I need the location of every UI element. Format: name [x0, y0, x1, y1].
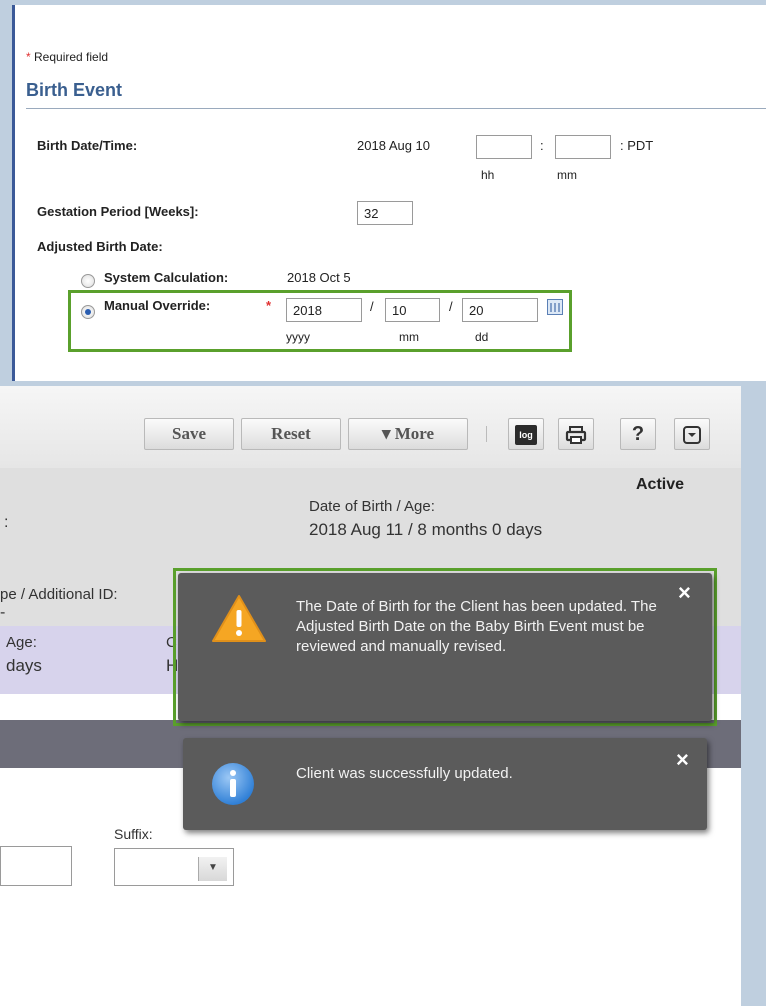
close-icon[interactable]: ×: [678, 582, 691, 604]
gestation-weeks-input[interactable]: [357, 201, 413, 225]
more-button[interactable]: ▾ More: [348, 418, 468, 450]
log-icon: log: [515, 424, 537, 445]
section-divider: [26, 108, 766, 109]
override-day-input[interactable]: [462, 298, 538, 322]
warning-toast: The Date of Birth for the Client has bee…: [178, 573, 712, 721]
page-edge: [741, 386, 766, 1006]
name-input[interactable]: [0, 846, 72, 886]
hh-caption: hh: [481, 168, 495, 182]
dob-value: 2018 Aug 11 / 8 months 0 days: [309, 520, 543, 539]
manual-override-required-star: *: [266, 298, 272, 313]
system-calculation-radio[interactable]: [81, 274, 95, 288]
required-star: *: [26, 50, 31, 64]
adjusted-birth-date-label: Adjusted Birth Date:: [37, 239, 163, 254]
override-year-input[interactable]: [286, 298, 362, 322]
chevron-down-box-icon: [683, 425, 701, 444]
mm-caption: mm: [557, 168, 577, 182]
birth-minute-input[interactable]: [555, 135, 611, 159]
gestation-label: Gestation Period [Weeks]:: [37, 204, 199, 219]
suffix-select[interactable]: ▼: [114, 848, 234, 886]
warning-triangle-icon: [212, 595, 266, 642]
date-slash-2: /: [449, 299, 453, 314]
required-field-note: * Required field: [26, 50, 108, 64]
help-button[interactable]: ?: [620, 418, 656, 450]
close-icon[interactable]: ×: [676, 749, 689, 771]
birth-datetime-label: Birth Date/Time:: [37, 138, 138, 153]
age-value: days: [6, 656, 42, 675]
toolbar: Save Reset ▾ More log ?: [0, 386, 741, 468]
calendar-icon[interactable]: [547, 299, 563, 315]
system-calculation-value: 2018 Oct 5: [287, 270, 351, 285]
date-slash-1: /: [370, 299, 374, 314]
log-button[interactable]: log: [508, 418, 544, 450]
override-month-input[interactable]: [385, 298, 440, 322]
birth-date-value: 2018 Aug 10: [357, 138, 431, 153]
additional-id-dash: -: [0, 604, 6, 621]
info-toast: Client was successfully updated. ×: [183, 738, 707, 830]
left-colon: :: [4, 514, 9, 531]
birth-hour-input[interactable]: [476, 135, 532, 159]
yyyy-caption: yyyy: [286, 330, 310, 344]
warning-message: The Date of Birth for the Client has bee…: [296, 598, 657, 655]
suffix-label: Suffix:: [114, 826, 153, 842]
section-title: Birth Event: [26, 80, 123, 100]
dob-label: Date of Birth / Age:: [309, 498, 435, 515]
manual-override-label: Manual Override:: [104, 298, 211, 313]
chevron-down-icon[interactable]: ▼: [198, 857, 227, 881]
reset-button[interactable]: Reset: [241, 418, 341, 450]
printer-icon: [565, 425, 587, 444]
time-colon: :: [540, 138, 544, 153]
type-additional-id-label: pe / Additional ID:: [0, 586, 118, 603]
info-circle-icon: [212, 763, 254, 805]
dd-caption: dd: [475, 330, 489, 344]
required-note-text: Required field: [34, 50, 109, 64]
print-button[interactable]: [558, 418, 594, 450]
system-calculation-label: System Calculation:: [104, 270, 229, 285]
age-label: Age:: [6, 634, 37, 651]
save-button[interactable]: Save: [144, 418, 234, 450]
collapse-button[interactable]: [674, 418, 710, 450]
toolbar-separator: [486, 426, 487, 442]
info-message: Client was successfully updated.: [296, 765, 513, 782]
mm-caption-date: mm: [399, 330, 419, 344]
status-badge: Active: [636, 476, 685, 493]
timezone-label: : PDT: [620, 138, 654, 153]
manual-override-radio[interactable]: [81, 305, 95, 319]
